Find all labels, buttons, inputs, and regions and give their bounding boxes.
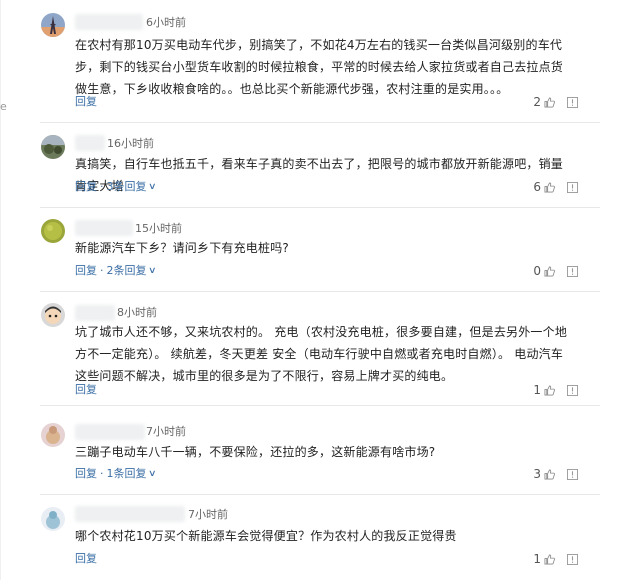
comment-tools: 3 — [533, 467, 578, 481]
replies-count-label: 3条回复 — [106, 180, 147, 193]
report-icon[interactable] — [567, 468, 578, 480]
view-replies-button[interactable]: 3条回复 ∨ — [106, 180, 157, 194]
chevron-down-icon: ∨ — [147, 469, 157, 479]
action-separator: · — [100, 264, 104, 277]
username-obscured[interactable] — [75, 506, 185, 522]
comment-tools: 1 — [533, 383, 578, 397]
reply-button[interactable]: 回复 — [75, 95, 97, 109]
comment-text: 三蹦子电动车八千一辆，不要保险，还拉的多，这新能源有啥市场? — [75, 445, 436, 459]
comment-timestamp: 8小时前 — [117, 306, 157, 319]
comment-actions: 回复 — [75, 552, 97, 566]
reply-button[interactable]: 回复 — [75, 467, 97, 481]
avatar[interactable] — [41, 219, 65, 243]
comment-tools: 1 — [533, 552, 578, 566]
avatar[interactable] — [41, 507, 65, 531]
blue-character-avatar-icon — [41, 507, 65, 531]
username-obscured[interactable] — [75, 220, 133, 236]
like-count: 1 — [533, 552, 541, 566]
action-separator: · — [100, 467, 104, 480]
report-icon[interactable] — [567, 181, 578, 193]
outdoor-photo-avatar-icon — [41, 135, 65, 159]
comment-tools: 2 — [533, 95, 578, 109]
comment-item: 15小时前 新能源汽车下乡？请问乡下有充电桩吗? 回复 · 2条回复 ∨ 0 — [0, 208, 640, 292]
comment-tools: 6 — [533, 180, 578, 194]
comment-timestamp: 7小时前 — [188, 508, 228, 521]
comment-item: 8小时前 坑了城市人还不够，又来坑农村的。 充电（农村没充电桩，很多要自建，但是… — [0, 292, 640, 406]
comment-item: 16小时前 真搞笑，自行车也抵五千，看来车子真的卖不出去了，把限号的城市都放开新… — [0, 123, 640, 208]
like-count: 3 — [533, 467, 541, 481]
avatar[interactable] — [41, 423, 65, 447]
eiffel-tower-avatar-icon — [41, 13, 65, 37]
like-count: 2 — [533, 95, 541, 109]
comment-actions: 回复 · 3条回复 ∨ — [75, 180, 157, 194]
action-separator: · — [100, 180, 104, 193]
thumbs-up-icon[interactable] — [544, 554, 555, 565]
comment-actions: 回复 · 2条回复 ∨ — [75, 264, 157, 278]
report-icon[interactable] — [567, 384, 578, 396]
chevron-down-icon: ∨ — [147, 266, 157, 276]
comment-item: 7小时前 哪个农村花10万买个新能源车会觉得便宜？作为农村人的我反正觉得贵 回复… — [0, 495, 640, 580]
thumbs-up-icon[interactable] — [544, 97, 555, 108]
username-obscured[interactable] — [75, 305, 115, 321]
replies-count-label: 2条回复 — [106, 264, 147, 277]
view-replies-button[interactable]: 2条回复 ∨ — [106, 264, 157, 278]
like-count: 1 — [533, 383, 541, 397]
report-icon[interactable] — [567, 265, 578, 277]
comment-actions: 回复 · 1条回复 ∨ — [75, 467, 157, 481]
chevron-down-icon: ∨ — [147, 182, 157, 192]
comment-text: 在农村有那10万买电动车代步，别搞笑了，不如花4万左右的钱买一台类似昌河级别的车… — [75, 38, 564, 96]
replies-count-label: 1条回复 — [106, 467, 147, 480]
thumbs-up-icon[interactable] — [544, 469, 555, 480]
view-replies-button[interactable]: 1条回复 ∨ — [106, 467, 157, 481]
comment-item: 6小时前 在农村有那10万买电动车代步，别搞笑了，不如花4万左右的钱买一台类似昌… — [0, 0, 640, 123]
reply-button[interactable]: 回复 — [75, 552, 97, 566]
comment-text: 新能源汽车下乡？请问乡下有充电桩吗? — [75, 241, 289, 255]
username-obscured[interactable] — [75, 14, 143, 30]
like-count: 0 — [533, 264, 541, 278]
comment-actions: 回复 — [75, 95, 97, 109]
comment-text: 哪个农村花10万买个新能源车会觉得便宜？作为农村人的我反正觉得贵 — [75, 529, 457, 543]
comment-timestamp: 6小时前 — [146, 16, 186, 29]
username-obscured[interactable] — [75, 135, 105, 151]
like-count: 6 — [533, 180, 541, 194]
comment-text: 坑了城市人还不够，又来坑农村的。 充电（农村没充电桩，很多要自建，但是去另外一个… — [75, 325, 568, 383]
report-icon[interactable] — [567, 96, 578, 108]
thumbs-up-icon[interactable] — [544, 385, 555, 396]
green-field-avatar-icon — [41, 219, 65, 243]
thumbs-up-icon[interactable] — [544, 182, 555, 193]
reply-button[interactable]: 回复 — [75, 383, 97, 397]
avatar[interactable] — [41, 303, 65, 327]
report-icon[interactable] — [567, 553, 578, 565]
comment-item: 7小时前 三蹦子电动车八千一辆，不要保险，还拉的多，这新能源有啥市场? 回复 ·… — [0, 406, 640, 495]
username-obscured[interactable] — [75, 424, 145, 440]
reply-button[interactable]: 回复 — [75, 180, 97, 194]
avatar[interactable] — [41, 135, 65, 159]
thumbs-up-icon[interactable] — [544, 266, 555, 277]
comment-timestamp: 16小时前 — [107, 137, 154, 150]
comment-tools: 0 — [533, 264, 578, 278]
comment-timestamp: 15小时前 — [135, 222, 182, 235]
comment-actions: 回复 — [75, 383, 97, 397]
comment-timestamp: 7小时前 — [146, 425, 186, 438]
avatar[interactable] — [41, 13, 65, 37]
cartoon-face-avatar-icon — [41, 303, 65, 327]
reply-button[interactable]: 回复 — [75, 264, 97, 278]
pink-character-avatar-icon — [41, 423, 65, 447]
